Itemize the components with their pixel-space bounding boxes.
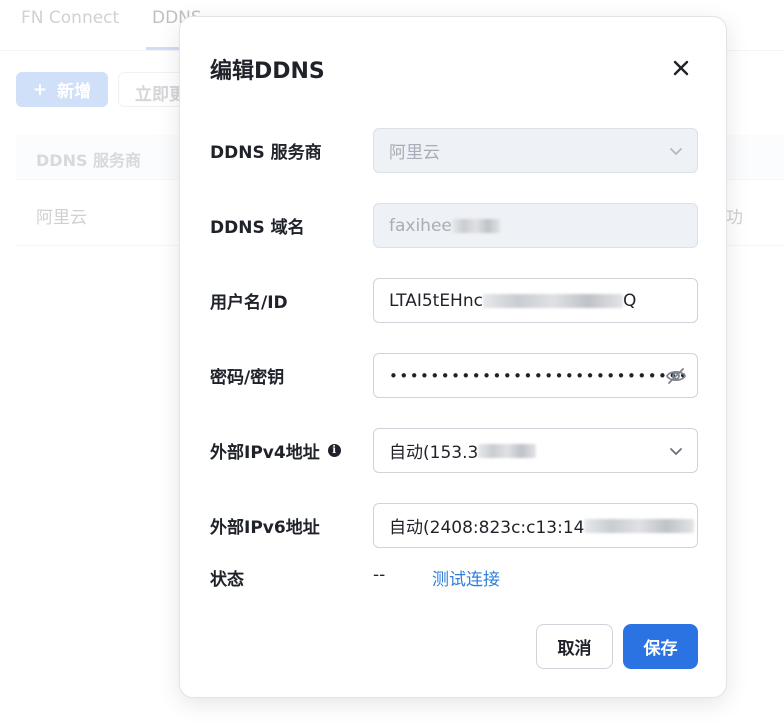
info-icon[interactable]: i <box>327 444 341 457</box>
username-label: 用户名/ID <box>210 293 288 313</box>
username-value-suffix: Q <box>622 290 637 311</box>
edit-ddns-dialog: 编辑DDNS DDNS 服务商 阿里云 DDNS 域名 faxihee 用户名/… <box>179 16 727 698</box>
provider-label: DDNS 服务商 <box>210 143 322 163</box>
chevron-down-icon <box>670 448 682 456</box>
provider-select[interactable]: 阿里云 <box>373 128 698 173</box>
domain-value: faxihee <box>389 215 452 236</box>
status-value: -- <box>373 565 386 585</box>
dialog-title: 编辑DDNS <box>210 59 325 84</box>
ipv6-value: 自动(2408:823c:c13:14 <box>389 518 585 538</box>
provider-value: 阿里云 <box>389 143 440 163</box>
username-input[interactable]: LTAI5tEHnc Q <box>373 278 698 323</box>
ipv4-select[interactable]: 自动(153.3 <box>373 428 698 473</box>
ipv6-select[interactable]: 自动(2408:823c:c13:14 <box>373 503 698 548</box>
cancel-button[interactable]: 取消 <box>536 624 613 669</box>
close-icon <box>673 60 689 76</box>
save-button[interactable]: 保存 <box>623 624 698 669</box>
ipv4-value: 自动(153.3 <box>389 443 479 463</box>
domain-label: DDNS 域名 <box>210 218 305 238</box>
redaction-blur <box>584 518 695 533</box>
redaction-blur <box>478 443 537 458</box>
eye-off-icon[interactable] <box>665 366 687 386</box>
domain-input[interactable]: faxihee <box>373 203 698 248</box>
username-value-prefix: LTAI5tEHnc <box>389 290 483 311</box>
status-label: 状态 <box>210 570 244 590</box>
chevron-down-icon <box>670 148 682 156</box>
close-button[interactable] <box>666 53 696 83</box>
password-label: 密码/密钥 <box>210 368 285 388</box>
redaction-blur <box>451 218 500 233</box>
test-connection-link[interactable]: 测试连接 <box>432 565 500 590</box>
ipv6-label: 外部IPv6地址 <box>210 518 320 538</box>
redaction-blur <box>482 293 623 308</box>
password-input[interactable]: ••••••••••••••••••••••••••••• <box>373 353 698 398</box>
ipv4-label: 外部IPv4地址 i <box>210 438 341 463</box>
password-value: ••••••••••••••••••••••••••••• <box>389 366 690 385</box>
